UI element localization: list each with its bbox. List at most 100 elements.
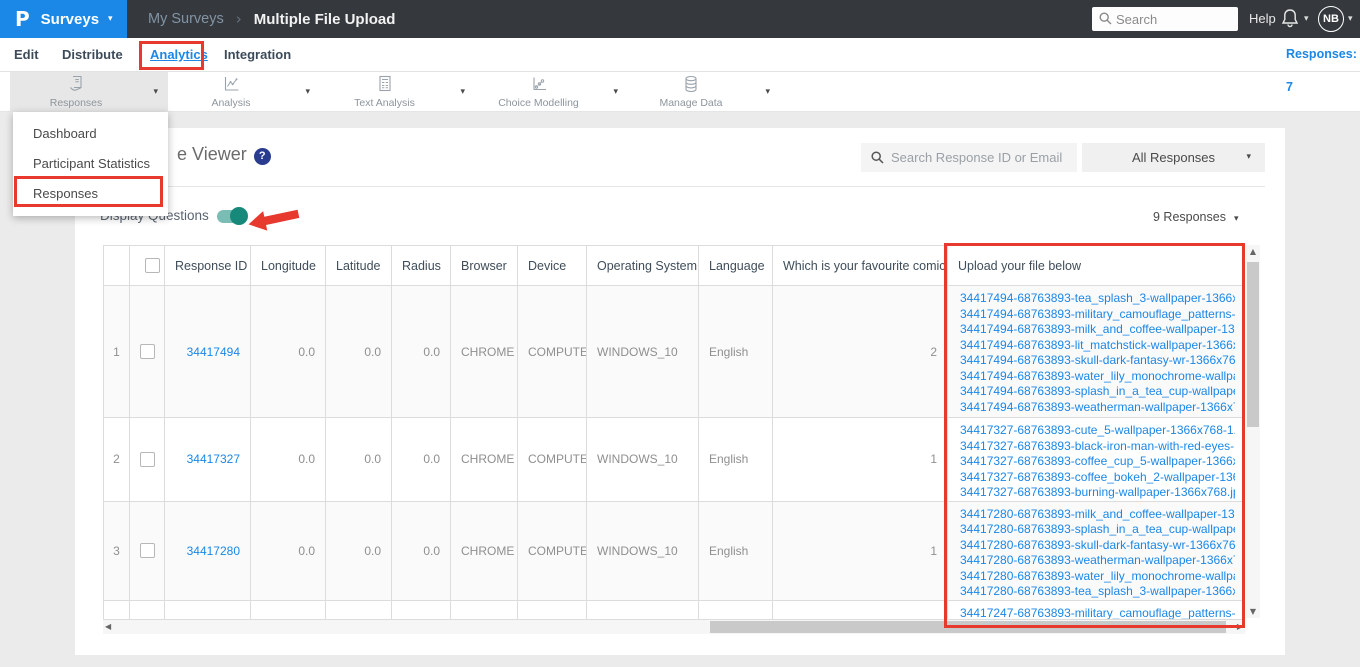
help-link[interactable]: Help [1249,0,1276,38]
select-all-checkbox[interactable] [144,258,160,273]
uploaded-file-link[interactable]: 34417494-68763893-milk_and_coffee-wallpa… [960,322,1235,338]
global-search [1092,7,1238,31]
responses-page-dropdown[interactable]: 9 Responses ▾ [1153,210,1239,224]
uploaded-file-link[interactable]: 34417494-68763893-military_camouflage_pa… [960,307,1235,323]
col-header-longitude[interactable]: Longitude [250,245,326,286]
scroll-right-icon[interactable]: ▶ [1237,620,1243,634]
chevron-down-icon[interactable]: ▾ [460,72,465,112]
toolbar-responses[interactable]: Responses ▾ [10,72,168,112]
uploaded-file-link[interactable]: 34417280-68763893-weatherman-wallpaper-1… [960,553,1235,569]
toolbar-choice-modelling[interactable]: Choice Modelling ▾ [475,72,628,112]
chevron-down-icon[interactable]: ▾ [305,72,310,112]
response-filter-dropdown[interactable]: All Responses ▾ [1082,143,1265,172]
menu-item-dashboard[interactable]: Dashboard [13,119,168,149]
col-header-label: Radius [402,258,441,273]
col-header-radius[interactable]: Radius [391,245,451,286]
col-header-device[interactable]: Device [517,245,587,286]
global-search-input[interactable] [1092,7,1238,31]
tab-integration[interactable]: Integration [224,38,291,71]
cell-response-id: 34417494 [164,285,251,418]
avatar[interactable]: NB [1318,6,1344,32]
menu-item-participant-statistics[interactable]: Participant Statistics [13,149,168,179]
toolbar-analysis[interactable]: Analysis ▾ [168,72,320,112]
cell-browser: CHROME [450,285,518,418]
col-header-upload-your-file-below[interactable]: Upload your file below [947,245,1245,286]
scroll-down-icon[interactable]: ▼ [1246,607,1260,616]
chevron-down-icon[interactable]: ▾ [613,72,618,112]
uploaded-file-link[interactable]: 34417280-68763893-skull-dark-fantasy-wr-… [960,538,1235,554]
uploaded-file-link[interactable]: 34417327-68763893-coffee_cup_5-wallpaper… [960,454,1235,470]
uploaded-file-link[interactable]: 34417494-68763893-splash_in_a_tea_cup-wa… [960,384,1235,400]
product-switcher[interactable]: P Surveys ▾ [0,0,127,38]
chevron-down-icon[interactable]: ▾ [1348,0,1353,38]
toolbar-manage-data[interactable]: Manage Data ▾ [628,72,780,112]
table-row: 3344172800.00.00.0CHROMECOMPUTERWINDOWS_… [103,500,1245,601]
menu-item-responses[interactable]: Responses [13,179,168,209]
table-horizontal-scrollbar[interactable]: ◀ ▶ [103,620,1245,634]
cell-row-number: 2 [103,417,130,502]
uploaded-file-link[interactable]: 34417327-68763893-black-iron-man-with-re… [960,439,1235,455]
chevron-down-icon[interactable]: ▾ [765,72,770,112]
cell-uploaded-files: 34417494-68763893-tea_splash_3-wallpaper… [947,285,1245,418]
uploaded-file-link[interactable]: 34417327-68763893-cute_5-wallpaper-1366x… [960,423,1235,439]
row-checkbox[interactable] [139,543,155,558]
col-header-browser[interactable]: Browser [450,245,518,286]
cell-latitude: 0.0 [325,285,392,418]
uploaded-file-link[interactable]: 34417280-68763893-splash_in_a_tea_cup-wa… [960,522,1235,538]
row-checkbox[interactable] [139,344,155,359]
col-header-which-is-your-favourite-comics[interactable]: Which is your favourite comics? [772,245,948,286]
col-header-label: Latitude [336,258,381,273]
cell-response-id: 34417280 [164,500,251,601]
row-checkbox[interactable] [139,451,155,467]
response-id-link[interactable]: 34417280 [187,544,240,558]
response-id-link[interactable]: 34417327 [187,452,240,466]
hscroll-thumb[interactable] [710,621,1226,633]
help-icon[interactable]: ? [253,148,271,165]
scroll-up-icon[interactable]: ▲ [1246,247,1260,256]
chevron-down-icon: ▾ [108,14,113,24]
cell-select [129,599,165,619]
cell-language [698,599,773,619]
table-vertical-scrollbar[interactable]: ▲ ▼ [1246,245,1260,618]
vscroll-thumb[interactable] [1247,262,1259,427]
top-bar: P Surveys ▾ My Surveys › Multiple File U… [0,0,1360,38]
notifications-bell-icon[interactable] [1281,8,1299,34]
cell-device [517,599,587,619]
uploaded-file-link[interactable]: 34417280-68763893-milk_and_coffee-wallpa… [960,507,1235,523]
col-header-language[interactable]: Language [698,245,773,286]
response-id-link[interactable]: 34417494 [187,345,240,359]
display-questions-toggle[interactable] [217,207,248,225]
tab-edit[interactable]: Edit [14,38,39,71]
tab-distribute[interactable]: Distribute [62,38,123,71]
breadcrumb-my-surveys[interactable]: My Surveys [148,11,224,27]
questionpro-logo-icon: P [15,7,30,31]
uploaded-file-link[interactable]: 34417494-68763893-water_lily_monochrome-… [960,369,1235,385]
tab-analytics[interactable]: Analytics [150,38,208,71]
scroll-left-icon[interactable]: ◀ [105,620,111,634]
responses-table: Response ID▲ Longitude Latitude Radius Brows… [103,245,1245,620]
uploaded-file-link[interactable]: 34417494-68763893-lit_matchstick-wallpap… [960,338,1235,354]
uploaded-file-link[interactable]: 34417494-68763893-skull-dark-fantasy-wr-… [960,353,1235,369]
uploaded-file-link[interactable]: 34417327-68763893-burning-wallpaper-1366… [960,485,1235,500]
chevron-down-icon[interactable]: ▾ [1304,0,1309,38]
col-header-response-id[interactable]: Response ID▲ [164,245,251,286]
uploaded-file-link[interactable]: 34417280-68763893-tea_splash_3-wallpaper… [960,584,1235,599]
response-search-input[interactable] [861,143,1077,172]
col-header-operating-system[interactable]: Operating System [586,245,699,286]
responses-count[interactable]: Responses: 7 [1286,38,1360,94]
page-title: e Viewer? [177,144,271,165]
cell-device: COMPUTER [517,500,587,601]
col-header-latitude[interactable]: Latitude [325,245,392,286]
col-header-row-number [103,245,130,286]
uploaded-file-link[interactable]: 34417494-68763893-tea_splash_3-wallpaper… [960,291,1235,307]
uploaded-file-link[interactable]: 34417494-68763893-weatherman-wallpaper-1… [960,400,1235,416]
survey-nav: Edit Distribute Analytics Integration Respo… [0,38,1360,94]
uploaded-file-link[interactable]: 34417280-68763893-water_lily_monochrome-… [960,569,1235,585]
toolbar-text-analysis[interactable]: Text Analysis ▾ [320,72,475,112]
cell-latitude: 0.0 [325,417,392,502]
chevron-down-icon[interactable]: ▾ [153,72,158,112]
cell-language: English [698,500,773,601]
cell-comics: 1 [772,417,948,502]
uploaded-file-link[interactable]: 34417327-68763893-coffee_bokeh_2-wallpap… [960,470,1235,486]
uploaded-file-link[interactable]: 34417247-68763893-military_camouflage_pa… [960,606,1235,620]
